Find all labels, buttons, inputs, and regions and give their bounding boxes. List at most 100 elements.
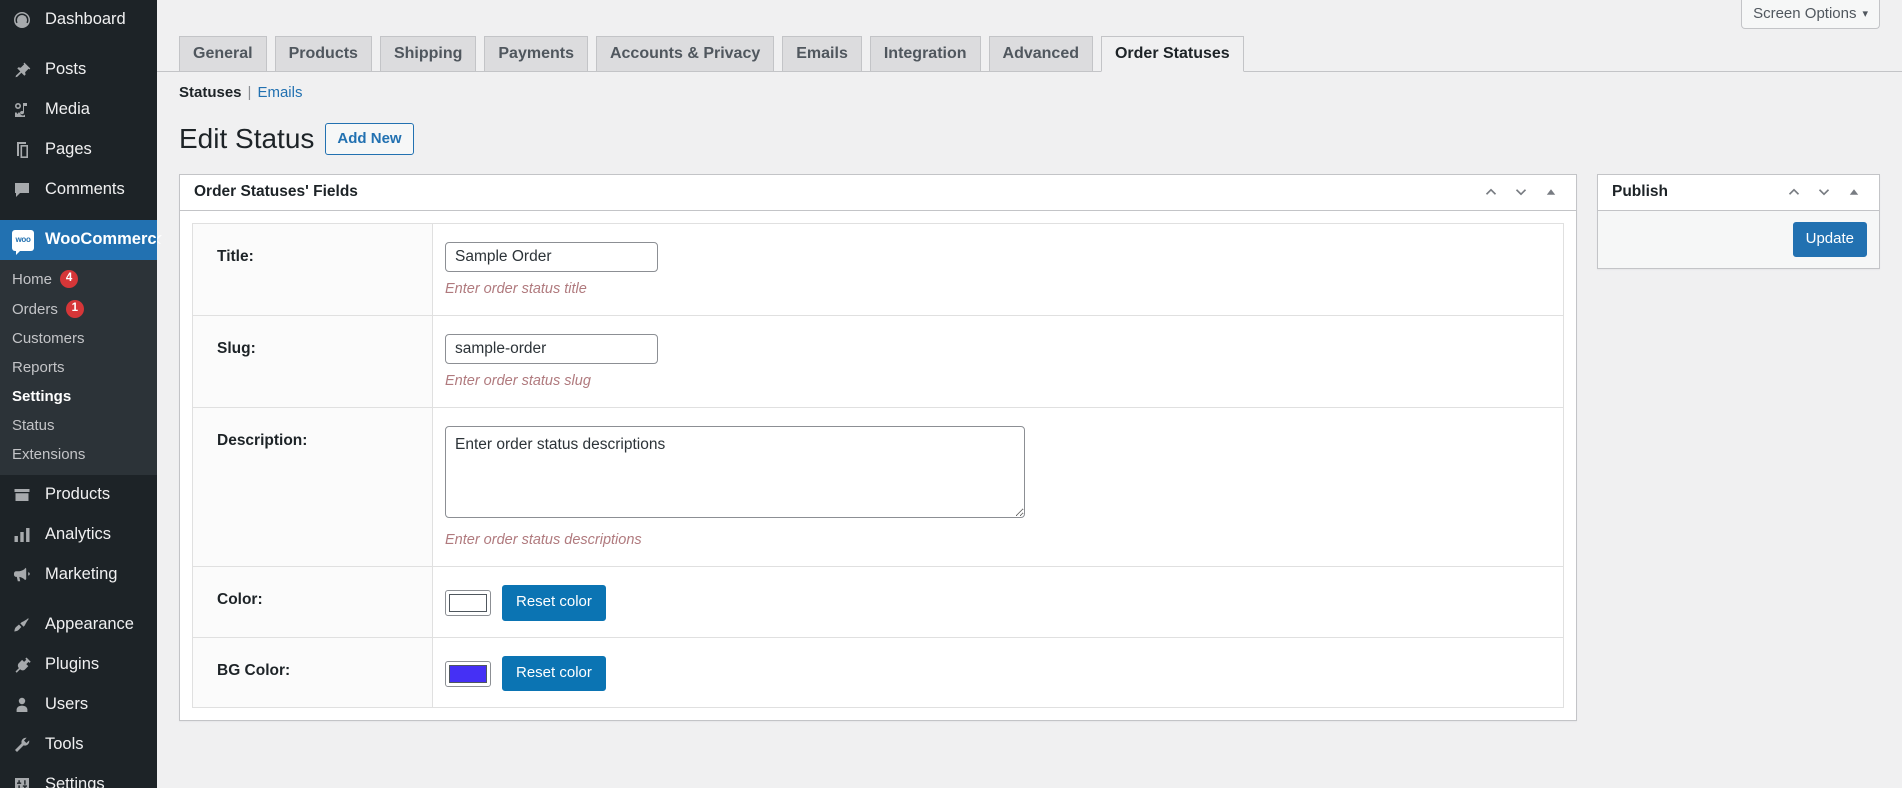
media-icon [12, 99, 36, 121]
sub-nav: Statuses | Emails [179, 84, 1902, 101]
sidebar-item-products[interactable]: Products [0, 475, 157, 515]
sidebar-item-label: Products [45, 485, 111, 504]
pages-icon [12, 139, 36, 161]
current-arrow-icon [157, 232, 165, 248]
update-button[interactable]: Update [1792, 221, 1867, 258]
tab-accounts-privacy[interactable]: Accounts & Privacy [595, 36, 775, 72]
form-row-slug: Slug: Enter order status slug [192, 315, 1564, 408]
postbox-handle-actions [1478, 179, 1564, 205]
woocommerce-icon: woo [12, 229, 36, 255]
tab-advanced[interactable]: Advanced [988, 36, 1093, 72]
submenu-item-extensions[interactable]: Extensions [0, 440, 157, 469]
reset-color-button[interactable]: Reset color [502, 585, 606, 621]
label-title: Title: [192, 223, 433, 316]
form-row-description: Description: Enter order status descript… [192, 407, 1564, 567]
tab-shipping[interactable]: Shipping [379, 36, 477, 72]
admin-sidebar: Dashboard Posts Media Pages Comments woo… [0, 0, 166, 788]
chevron-down-icon[interactable] [1811, 179, 1837, 205]
screen-options-button[interactable]: Screen Options ▾ [1741, 0, 1880, 29]
marketing-icon [12, 564, 36, 586]
slug-input[interactable] [445, 333, 658, 364]
tab-payments[interactable]: Payments [484, 36, 588, 72]
sidebar-item-label: Tools [45, 735, 84, 754]
label-description: Description: [192, 407, 433, 567]
publish-postbox: Publish Update [1597, 173, 1880, 270]
tab-products[interactable]: Products [274, 36, 372, 72]
publish-header: Publish [1598, 175, 1879, 211]
tab-order-statuses[interactable]: Order Statuses [1100, 36, 1244, 73]
sidebar-item-label: Settings [45, 775, 105, 788]
chevron-up-icon[interactable] [1781, 179, 1807, 205]
sidebar-item-plugins[interactable]: Plugins [0, 645, 157, 685]
tools-icon [12, 734, 36, 756]
menu-separator [0, 595, 157, 605]
subnav-emails[interactable]: Emails [257, 84, 302, 101]
plugins-icon [12, 654, 36, 676]
submenu-item-label: Reports [12, 359, 65, 376]
sidebar-item-tools[interactable]: Tools [0, 725, 157, 765]
sidebar-item-comments[interactable]: Comments [0, 170, 157, 210]
slug-description: Enter order status slug [445, 372, 591, 389]
submenu-item-label: Home [12, 270, 53, 288]
sidebar-item-label: Dashboard [45, 10, 126, 29]
toggle-panel-icon[interactable] [1538, 179, 1564, 205]
sidebar-item-pages[interactable]: Pages [0, 130, 157, 170]
primary-column: Order Statuses' Fields Title: Sample Ord… [179, 173, 1577, 722]
products-icon [12, 484, 36, 506]
submenu-item-orders[interactable]: Orders 1 [0, 294, 157, 324]
sidebar-item-label: Users [45, 695, 89, 714]
sidebar-item-label: Posts [45, 60, 87, 79]
sidebar-item-label: Comments [45, 180, 125, 199]
color-picker-swatch-button[interactable] [445, 590, 491, 617]
reset-bg-color-button[interactable]: Reset color [502, 655, 606, 692]
chevron-down-icon: ▾ [1862, 8, 1868, 20]
subnav-statuses[interactable]: Statuses [179, 84, 242, 101]
sidebar-item-woocommerce[interactable]: woo WooCommerce [0, 220, 166, 260]
sidebar-item-label: WooCommerce [45, 230, 166, 249]
color-controls: Reset color [445, 585, 1551, 621]
sidebar-item-analytics[interactable]: Analytics [0, 515, 157, 555]
tab-emails[interactable]: Emails [782, 36, 862, 72]
bg-color-controls: Reset color [445, 655, 1551, 692]
menu-separator [0, 210, 157, 220]
chevron-up-icon[interactable] [1478, 179, 1504, 205]
title-input[interactable] [445, 241, 658, 272]
sidebar-item-label: Marketing [45, 565, 118, 584]
sidebar-item-label: Plugins [45, 655, 100, 674]
subnav-divider: | [247, 84, 252, 102]
title-description: Enter order status title [445, 280, 587, 297]
form-row-color: Color: Reset color [192, 566, 1564, 638]
submenu-item-customers[interactable]: Customers [0, 324, 157, 353]
appearance-icon [12, 614, 36, 636]
submenu-item-reports[interactable]: Reports [0, 353, 157, 382]
sidebar-item-posts[interactable]: Posts [0, 50, 157, 90]
sidebar-item-marketing[interactable]: Marketing [0, 555, 157, 595]
admin-page: Dashboard Posts Media Pages Comments woo… [0, 0, 1902, 788]
settings-icon [12, 774, 36, 788]
label-bg-color: BG Color: [192, 637, 433, 708]
chevron-down-icon[interactable] [1508, 179, 1534, 205]
description-hint: Enter order status descriptions [445, 532, 642, 549]
bg-color-picker-swatch-button[interactable] [445, 660, 491, 687]
description-textarea[interactable]: Enter order status descriptions [445, 426, 1025, 519]
page-header: Edit Status Add New [179, 121, 1902, 157]
analytics-icon [12, 524, 36, 546]
sidebar-item-users[interactable]: Users [0, 685, 157, 725]
add-new-button[interactable]: Add New [325, 123, 414, 156]
poststuff: Order Statuses' Fields Title: Sample Ord… [179, 173, 1880, 722]
publish-title: Publish [1612, 183, 1668, 201]
postbox-header: Order Statuses' Fields [180, 175, 1576, 211]
sidebar-item-settings[interactable]: Settings [0, 765, 157, 788]
sidebar-item-appearance[interactable]: Appearance [0, 605, 157, 645]
label-color: Color: [192, 566, 433, 638]
tab-integration[interactable]: Integration [869, 36, 981, 72]
label-slug: Slug: [192, 315, 433, 408]
sidebar-item-dashboard[interactable]: Dashboard [0, 0, 157, 40]
toggle-panel-icon[interactable] [1841, 179, 1867, 205]
tab-general[interactable]: General [179, 36, 267, 72]
submenu-item-status[interactable]: Status [0, 411, 157, 440]
comments-icon [12, 179, 36, 201]
submenu-item-settings[interactable]: Settings [0, 382, 157, 411]
submenu-item-home[interactable]: Home 4 [0, 264, 157, 294]
sidebar-item-media[interactable]: Media [0, 90, 157, 130]
